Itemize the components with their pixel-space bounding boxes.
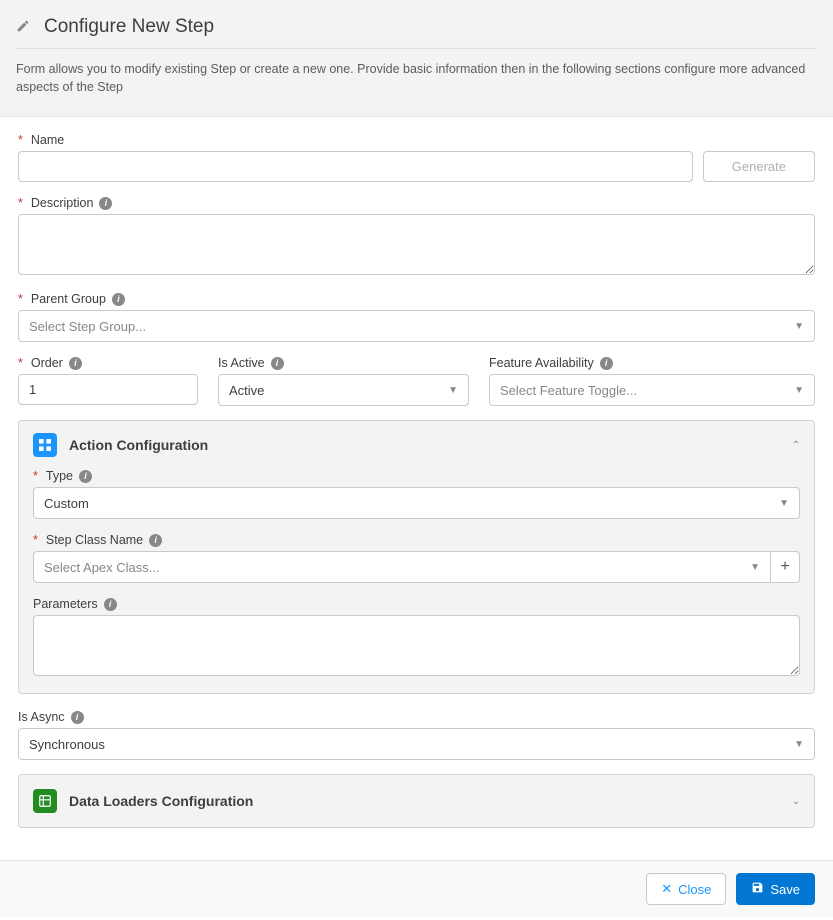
action-configuration-section: Action Configuration ⌃ *Typei Custom ▼ *… xyxy=(18,420,815,694)
type-label: Type xyxy=(46,469,73,483)
info-icon[interactable]: i xyxy=(149,534,162,547)
chevron-down-icon: ▼ xyxy=(448,385,458,396)
description-label: Description xyxy=(31,196,94,210)
feature-availability-label: Feature Availability xyxy=(489,356,594,370)
info-icon[interactable]: i xyxy=(112,293,125,306)
info-icon[interactable]: i xyxy=(69,357,82,370)
parameters-input[interactable] xyxy=(33,615,800,676)
edit-icon xyxy=(16,19,30,36)
order-input[interactable] xyxy=(18,374,198,405)
chevron-up-icon: ⌃ xyxy=(792,440,800,451)
info-icon[interactable]: i xyxy=(71,711,84,724)
section-title: Data Loaders Configuration xyxy=(69,793,253,809)
save-icon xyxy=(751,881,764,897)
info-icon[interactable]: i xyxy=(104,598,117,611)
chevron-down-icon: ▼ xyxy=(794,321,804,332)
data-loaders-icon xyxy=(33,789,57,813)
is-async-select[interactable]: Synchronous ▼ xyxy=(18,728,815,760)
parent-group-select[interactable]: Select Step Group... ▼ xyxy=(18,310,815,342)
parameters-label: Parameters xyxy=(33,597,98,611)
save-button[interactable]: Save xyxy=(736,873,815,905)
parent-group-label: Parent Group xyxy=(31,292,106,306)
add-step-class-button[interactable]: + xyxy=(770,551,800,583)
is-active-label: Is Active xyxy=(218,356,265,370)
order-label: Order xyxy=(31,356,63,370)
chevron-down-icon: ▼ xyxy=(750,562,760,573)
dialog-title: Configure New Step xyxy=(44,16,214,38)
chevron-down-icon: ⌄ xyxy=(792,796,800,807)
close-icon: ✕ xyxy=(661,881,672,897)
chevron-down-icon: ▼ xyxy=(794,739,804,750)
data-loaders-section: Data Loaders Configuration ⌄ xyxy=(18,774,815,828)
step-class-select[interactable]: Select Apex Class... ▼ xyxy=(33,551,770,583)
info-icon[interactable]: i xyxy=(79,470,92,483)
step-class-label: Step Class Name xyxy=(46,533,143,547)
info-icon[interactable]: i xyxy=(99,197,112,210)
info-icon[interactable]: i xyxy=(271,357,284,370)
name-input[interactable] xyxy=(18,151,693,182)
chevron-down-icon: ▼ xyxy=(794,385,804,396)
dialog-header: Configure New Step Form allows you to mo… xyxy=(0,0,833,117)
generate-button[interactable]: Generate xyxy=(703,151,815,182)
is-active-select[interactable]: Active ▼ xyxy=(218,374,469,406)
feature-availability-select[interactable]: Select Feature Toggle... ▼ xyxy=(489,374,815,406)
dialog-footer: ✕ Close Save xyxy=(0,860,833,917)
type-select[interactable]: Custom ▼ xyxy=(33,487,800,519)
close-button[interactable]: ✕ Close xyxy=(646,873,726,905)
name-label: Name xyxy=(31,133,64,147)
description-input[interactable] xyxy=(18,214,815,275)
dialog-subtitle: Form allows you to modify existing Step … xyxy=(16,61,817,96)
action-config-icon xyxy=(33,433,57,457)
section-title: Action Configuration xyxy=(69,437,208,453)
info-icon[interactable]: i xyxy=(600,357,613,370)
action-configuration-toggle[interactable]: Action Configuration ⌃ xyxy=(19,421,814,469)
data-loaders-toggle[interactable]: Data Loaders Configuration ⌄ xyxy=(19,775,814,827)
is-async-label: Is Async xyxy=(18,710,65,724)
chevron-down-icon: ▼ xyxy=(779,498,789,509)
